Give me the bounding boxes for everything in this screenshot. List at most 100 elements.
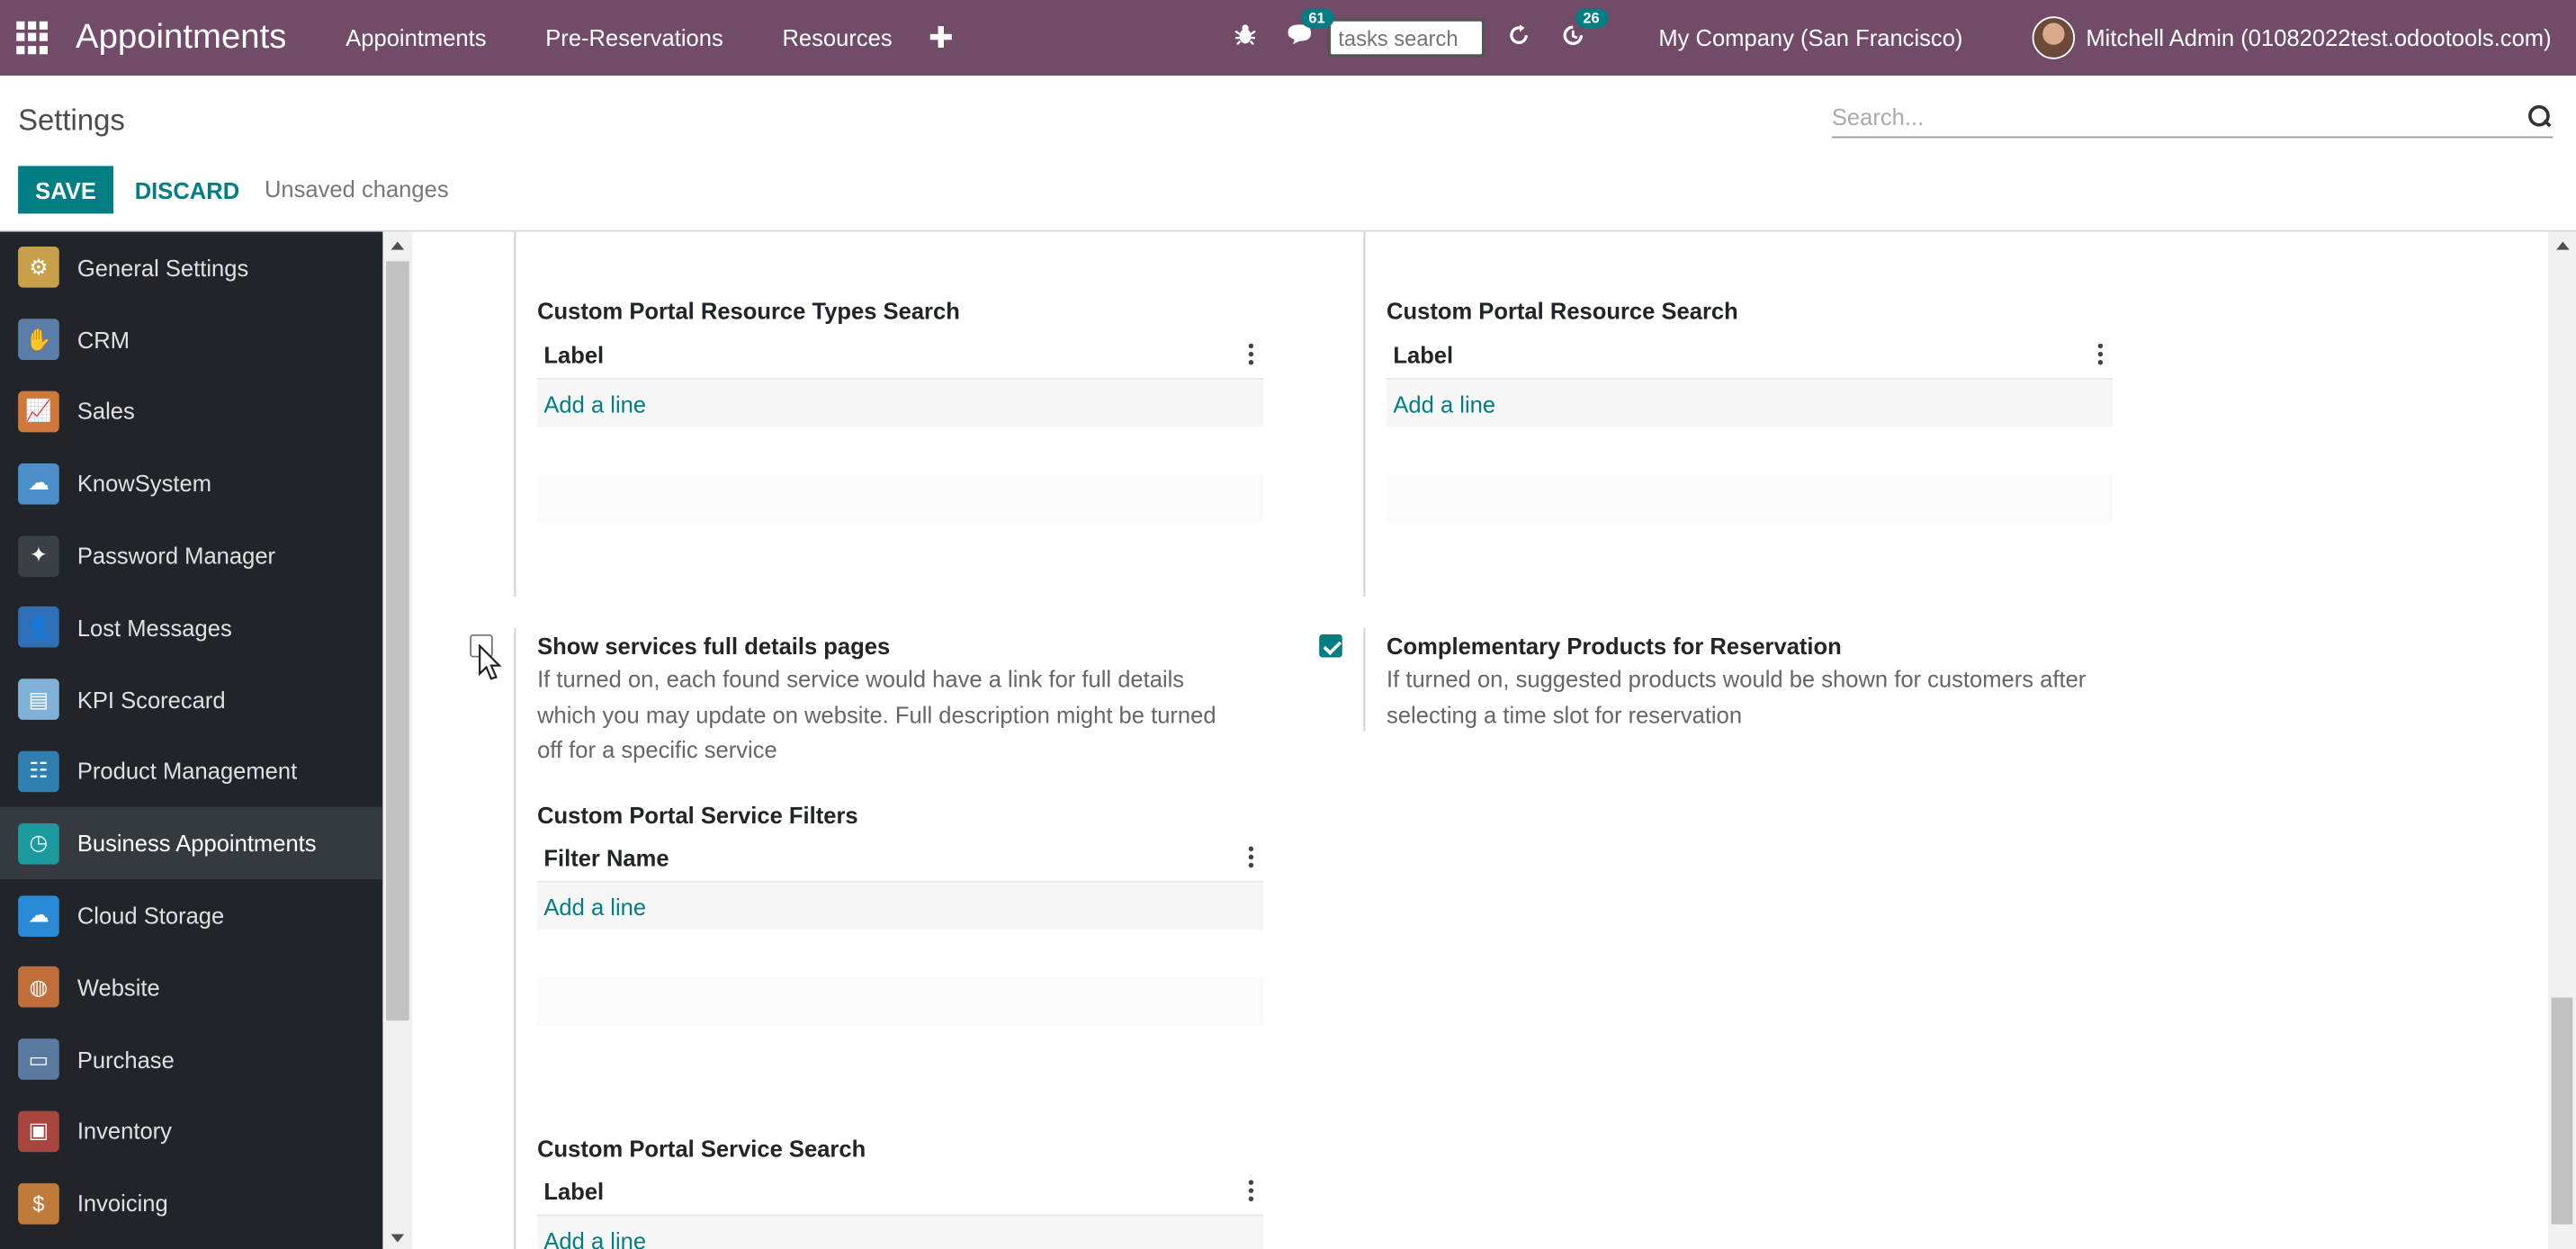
sidebar-item-crm[interactable]: ✋ CRM bbox=[0, 303, 382, 375]
optional-columns-icon[interactable] bbox=[1248, 343, 1254, 365]
add-line-link[interactable]: Add a line bbox=[537, 1216, 1264, 1249]
refresh-icon[interactable] bbox=[1506, 22, 1530, 54]
resource-types-search-table: Label Add a line bbox=[537, 330, 1264, 523]
app-brand[interactable]: Appointments bbox=[76, 18, 286, 58]
add-line-link[interactable]: Add a line bbox=[1387, 379, 2114, 427]
systray: 61 26 My Company (San Francisco) Mitchel… bbox=[1218, 0, 2576, 76]
resource-search-title: Custom Portal Resource Search bbox=[1387, 297, 1738, 324]
sidebar-item-knowsystem[interactable]: ☁ KnowSystem bbox=[0, 447, 382, 519]
sidebar-item-label: Website bbox=[76, 974, 160, 1001]
sidebar-item-label: KnowSystem bbox=[76, 470, 211, 498]
search-icon[interactable] bbox=[2528, 104, 2550, 127]
key-icon: ✦ bbox=[18, 535, 59, 577]
add-line-link[interactable]: Add a line bbox=[537, 882, 1264, 930]
optional-columns-icon[interactable] bbox=[1248, 1180, 1254, 1202]
menu-appointments[interactable]: Appointments bbox=[316, 24, 516, 50]
menu-pre-reservations[interactable]: Pre-Reservations bbox=[516, 24, 752, 50]
activity-clock-icon[interactable]: 26 bbox=[1560, 7, 1608, 54]
document-icon: ▤ bbox=[18, 678, 59, 721]
service-search-table: Label Add a line bbox=[537, 1167, 1264, 1249]
settings-search-input[interactable]: Search... bbox=[1831, 95, 2554, 139]
complementary-products-title: Complementary Products for Reservation bbox=[1387, 633, 1842, 660]
service-filters-title: Custom Portal Service Filters bbox=[537, 802, 858, 829]
service-search-title: Custom Portal Service Search bbox=[537, 1135, 866, 1163]
resource-search-table: Label Add a line bbox=[1387, 330, 2114, 523]
gear-icon: ⚙ bbox=[18, 247, 59, 289]
resource-types-search-title: Custom Portal Resource Types Search bbox=[537, 297, 960, 324]
sidebar-item-sales[interactable]: 📈 Sales bbox=[0, 375, 382, 447]
cloud-icon: ☁ bbox=[18, 894, 59, 937]
column-header-filter-name[interactable]: Filter Name bbox=[543, 844, 669, 870]
clock-icon: ◷ bbox=[18, 822, 59, 865]
company-switcher[interactable]: My Company (San Francisco) bbox=[1658, 24, 1962, 50]
apps-grid-icon[interactable] bbox=[16, 21, 49, 55]
divider bbox=[514, 627, 516, 1249]
sidebar-item-purchase[interactable]: ▭ Purchase bbox=[0, 1023, 382, 1095]
sidebar-item-general-settings[interactable]: ⚙ General Settings bbox=[0, 232, 382, 304]
sidebar-item-inventory[interactable]: ▣ Inventory bbox=[0, 1095, 382, 1167]
box-icon: ▣ bbox=[18, 1110, 59, 1153]
scroll-up-arrow-icon[interactable] bbox=[2556, 241, 2570, 250]
sidebar-item-cloud-storage[interactable]: ☁ Cloud Storage bbox=[0, 879, 382, 951]
show-services-title: Show services full details pages bbox=[537, 633, 891, 660]
divider bbox=[1363, 231, 1366, 597]
mouse-cursor-icon bbox=[479, 643, 502, 680]
column-header-label[interactable]: Label bbox=[543, 341, 604, 367]
control-panel: Settings Search... SAVE DISCARD Unsaved … bbox=[0, 76, 2576, 232]
scrollbar-thumb[interactable] bbox=[386, 261, 409, 1021]
sidebar-item-product-management[interactable]: ☷ Product Management bbox=[0, 735, 382, 807]
chat-count-badge: 61 bbox=[1300, 8, 1333, 29]
description-line: selecting a time slot for reservation bbox=[1387, 700, 1743, 728]
empty-row bbox=[537, 977, 1264, 1026]
invoice-icon: $ bbox=[18, 1182, 59, 1225]
sidebar-item-label: Lost Messages bbox=[76, 614, 232, 642]
optional-columns-icon[interactable] bbox=[1248, 846, 1254, 868]
page-title: Settings bbox=[18, 103, 125, 137]
sidebar-item-invoicing[interactable]: $ Invoicing bbox=[0, 1167, 382, 1239]
complementary-products-description: If turned on, suggested products would b… bbox=[1387, 662, 2086, 733]
user-avatar[interactable] bbox=[2032, 16, 2075, 59]
sidebar-item-lost-messages[interactable]: 👤 Lost Messages bbox=[0, 591, 382, 663]
description-line: If turned on, suggested products would b… bbox=[1387, 665, 2087, 692]
chat-icon[interactable]: 61 bbox=[1286, 8, 1333, 53]
discard-button[interactable]: DISCARD bbox=[128, 166, 246, 213]
empty-row bbox=[537, 930, 1264, 978]
user-question-icon: 👤 bbox=[18, 607, 59, 649]
add-line-link[interactable]: Add a line bbox=[537, 379, 1264, 427]
save-button[interactable]: SAVE bbox=[18, 166, 113, 214]
tasks-search-input[interactable] bbox=[1326, 18, 1485, 58]
empty-row bbox=[537, 427, 1264, 475]
sidebar-item-label: General Settings bbox=[76, 254, 249, 282]
user-menu[interactable]: Mitchell Admin (01082022test.odootools.c… bbox=[2086, 24, 2551, 50]
column-header-label[interactable]: Label bbox=[543, 1178, 604, 1204]
show-services-description: If turned on, each found service would h… bbox=[537, 662, 1216, 768]
scrollbar-thumb[interactable] bbox=[2551, 997, 2573, 1225]
scroll-down-arrow-icon[interactable] bbox=[390, 1234, 405, 1243]
content-scrollbar[interactable] bbox=[2547, 231, 2576, 1249]
sidebar-scrollbar[interactable] bbox=[382, 231, 413, 1249]
sidebar-item-label: Purchase bbox=[76, 1046, 175, 1073]
scroll-up-arrow-icon[interactable] bbox=[390, 241, 405, 250]
table-header: Label bbox=[1387, 330, 2114, 380]
sidebar-item-password-manager[interactable]: ✦ Password Manager bbox=[0, 519, 382, 591]
table-header: Filter Name bbox=[537, 833, 1264, 883]
column-header-label[interactable]: Label bbox=[1393, 341, 1453, 367]
plus-icon[interactable]: ✚ bbox=[929, 21, 954, 55]
description-line: If turned on, each found service would h… bbox=[537, 665, 1185, 692]
debug-bug-icon[interactable] bbox=[1233, 23, 1256, 53]
globe-icon: ◍ bbox=[18, 966, 59, 1009]
menu-resources[interactable]: Resources bbox=[753, 24, 922, 50]
unsaved-status: Unsaved changes bbox=[264, 175, 449, 202]
optional-columns-icon[interactable] bbox=[2097, 343, 2104, 365]
description-line: which you may update on website. Full de… bbox=[537, 700, 1216, 728]
brain-icon: ☁ bbox=[18, 463, 59, 505]
sidebar-item-business-appointments[interactable]: ◷ Business Appointments bbox=[0, 807, 383, 880]
sidebar-item-label: Product Management bbox=[76, 758, 298, 786]
sidebar-item-label: Business Appointments bbox=[76, 830, 317, 857]
sidebar-item-website[interactable]: ◍ Website bbox=[0, 951, 382, 1023]
handshake-icon: ✋ bbox=[18, 319, 59, 361]
chart-line-icon: 📈 bbox=[18, 391, 59, 433]
complementary-products-checkbox[interactable] bbox=[1319, 633, 1342, 658]
sidebar-item-kpi-scorecard[interactable]: ▤ KPI Scorecard bbox=[0, 663, 382, 735]
search-placeholder: Search... bbox=[1831, 103, 1925, 130]
